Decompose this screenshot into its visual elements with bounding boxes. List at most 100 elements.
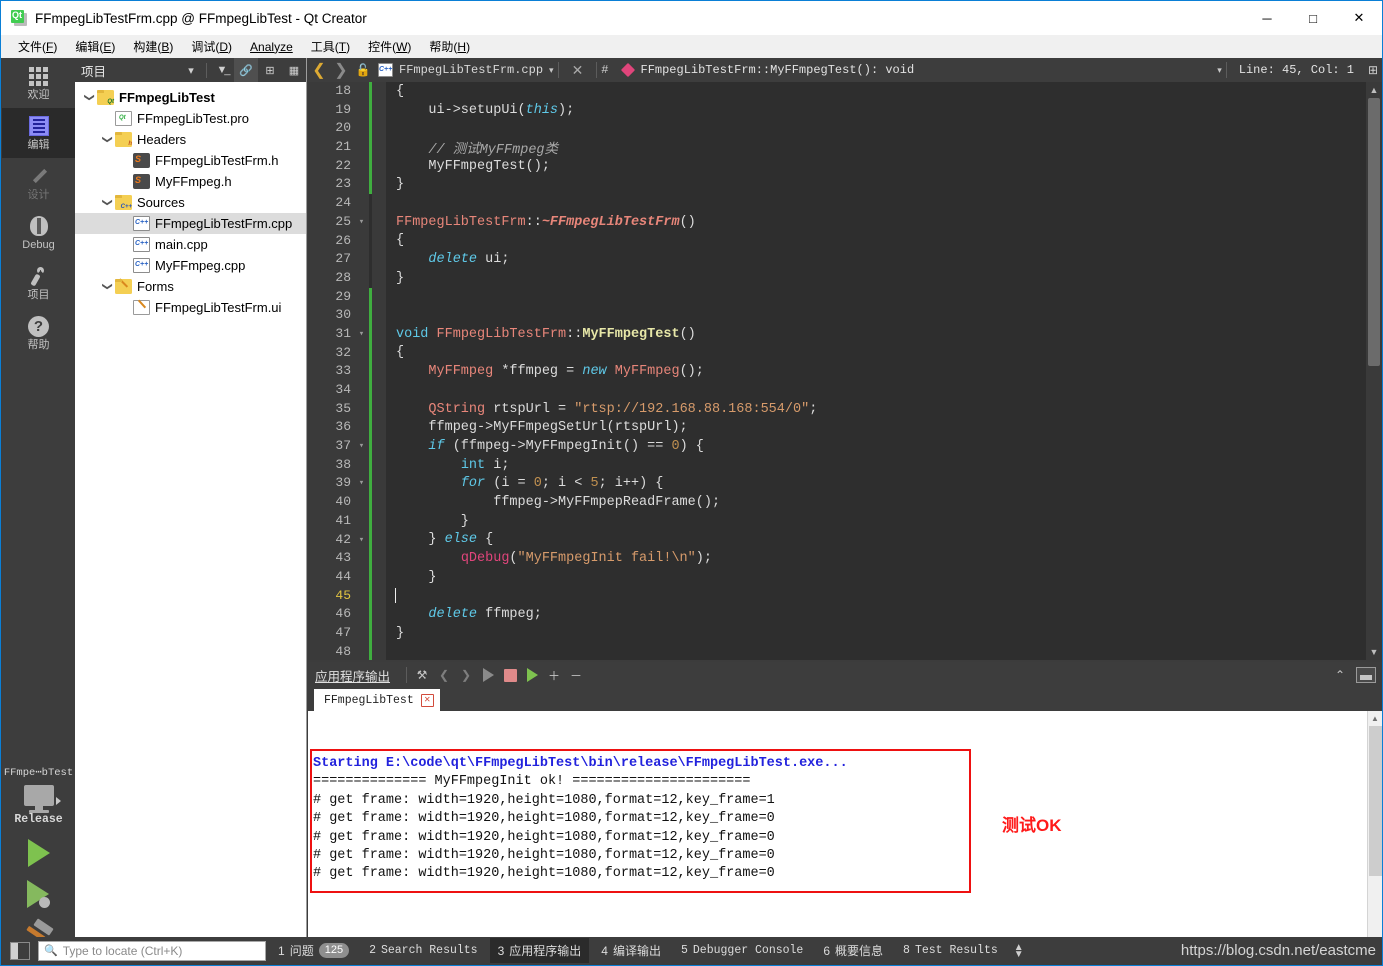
fold-toggle-icon[interactable]: ▾ [354, 474, 369, 493]
menu-help[interactable]: 帮助(H) [420, 35, 479, 58]
mode-welcome[interactable]: 欢迎 [2, 58, 75, 108]
code-line[interactable]: 30 [308, 306, 1366, 325]
tree-item-sources[interactable]: ❯C++Sources [75, 192, 306, 213]
link-sync-icon[interactable]: 🔗 [234, 58, 258, 82]
status-panel-3[interactable]: 3应用程序输出 [490, 938, 590, 963]
fold-toggle-icon[interactable]: ▾ [354, 437, 369, 456]
prev-item-icon[interactable]: ❮ [433, 664, 455, 686]
chevron-down-icon[interactable]: ❯ [102, 132, 113, 148]
clear-output-icon[interactable]: ⚒ [411, 664, 433, 686]
status-panel-6[interactable]: 6概要信息 [815, 938, 891, 963]
stop-icon[interactable] [499, 664, 521, 686]
code-line[interactable]: 43 qDebug("MyFFmpegInit fail!\n"); [308, 549, 1366, 568]
output-tab-ffmpeglibtest[interactable]: FFmpegLibTest ✕ [314, 689, 440, 712]
close-document-icon[interactable]: ✕ [572, 62, 584, 79]
kit-selector[interactable]: FFmpe⋯bTest Release [2, 756, 75, 939]
tree-item-headers[interactable]: ❯hHeaders [75, 129, 306, 150]
tree-item-ffmpeglibtestfrm-h[interactable]: SFFmpegLibTestFrm.h [75, 150, 306, 171]
code-line[interactable]: 38 int i; [308, 456, 1366, 475]
code-line[interactable]: 28} [308, 269, 1366, 288]
mode-design[interactable]: 设计 [2, 158, 75, 208]
tree-item-main-cpp[interactable]: C++main.cpp [75, 234, 306, 255]
fold-toggle-icon[interactable]: ▾ [354, 213, 369, 232]
zoom-out-icon[interactable]: － [565, 664, 587, 686]
code-line[interactable]: 34 [308, 381, 1366, 400]
mode-help[interactable]: ?帮助 [2, 308, 75, 358]
chevron-down-icon[interactable]: ▾ [179, 58, 203, 82]
code-line[interactable]: 23} [308, 175, 1366, 194]
menu-debug[interactable]: 调试(D) [182, 35, 241, 58]
code-line[interactable]: 18{ [308, 82, 1366, 101]
code-line[interactable]: 36 ffmpeg->MyFFmpegSetUrl(rtspUrl); [308, 418, 1366, 437]
debug-play-icon[interactable] [17, 880, 61, 908]
chevron-down-icon[interactable]: ❯ [102, 195, 113, 211]
tree-item-myffmpeg-h[interactable]: SMyFFmpeg.h [75, 171, 306, 192]
unlocked-icon[interactable]: 🔓 [352, 63, 374, 77]
tree-item-myffmpeg-cpp[interactable]: C++MyFFmpeg.cpp [75, 255, 306, 276]
panel-updown-icon[interactable]: ▲▼ [1014, 944, 1024, 958]
maximize-button[interactable]: □ [1290, 1, 1336, 35]
next-item-icon[interactable]: ❯ [455, 664, 477, 686]
code-line[interactable]: 40 ffmpeg->MyFFmpepReadFrame(); [308, 493, 1366, 512]
status-panel-4[interactable]: 4编译输出 [593, 938, 669, 963]
sidebar-toggle-icon[interactable] [10, 942, 30, 960]
symbol-dropdown-icon[interactable]: ▾ [1217, 65, 1222, 76]
chevron-down-icon[interactable]: ❯ [102, 279, 113, 295]
zoom-in-icon[interactable]: ＋ [543, 664, 565, 686]
code-line[interactable]: 35 QString rtspUrl = "rtsp://192.168.88.… [308, 400, 1366, 419]
scrollbar-thumb[interactable] [1369, 726, 1382, 876]
close-button[interactable]: ✕ [1336, 1, 1382, 35]
minimize-output-icon[interactable]: ⌃ [1328, 668, 1352, 682]
tree-item-ffmpeglibtest-pro[interactable]: QtFFmpegLibTest.pro [75, 108, 306, 129]
scrollbar-thumb[interactable] [1368, 98, 1380, 366]
tree-item-forms[interactable]: ❯Forms [75, 276, 306, 297]
maximize-output-icon[interactable] [1356, 667, 1376, 683]
tree-item-ffmpeglibtestfrm-ui[interactable]: FFmpegLibTestFrm.ui [75, 297, 306, 318]
close-panel-icon[interactable]: ▦ [282, 58, 306, 82]
output-scrollbar[interactable]: ▲ [1367, 711, 1382, 939]
menu-edit[interactable]: 编辑(E) [66, 35, 124, 58]
application-output-view[interactable]: Starting E:\code\qt\FFmpegLibTest\bin\re… [308, 711, 1382, 939]
chevron-down-icon[interactable]: ❯ [84, 90, 95, 106]
code-line[interactable]: 44 } [308, 568, 1366, 587]
code-line[interactable]: 25▾FFmpegLibTestFrm::~FFmpegLibTestFrm() [308, 213, 1366, 232]
tree-item-ffmpeglibtestfrm-cpp[interactable]: C++FFmpegLibTestFrm.cpp [75, 213, 306, 234]
tree-item-ffmpeglibtest[interactable]: ❯QtFFmpegLibTest [75, 87, 306, 108]
mode-debug[interactable]: Debug [2, 208, 75, 258]
monitor-icon[interactable] [15, 785, 63, 806]
code-line[interactable]: 26{ [308, 232, 1366, 251]
code-line[interactable]: 33 MyFFmpeg *ffmpeg = new MyFFmpeg(); [308, 362, 1366, 381]
mode-projects[interactable]: 项目 [2, 258, 75, 308]
code-line[interactable]: 42▾ } else { [308, 531, 1366, 550]
search-input[interactable]: 🔍 Type to locate (Ctrl+K) [38, 941, 266, 961]
code-line[interactable]: 21 // 测试MyFFmpeg类 [308, 138, 1366, 157]
project-tree[interactable]: ❯QtFFmpegLibTestQtFFmpegLibTest.pro❯hHea… [75, 82, 306, 318]
split-editor-icon[interactable]: ⊞ [1364, 63, 1382, 77]
code-line[interactable]: 37▾ if (ffmpeg->MyFFmpegInit() == 0) { [308, 437, 1366, 456]
current-symbol-label[interactable]: FFmpegLibTestFrm::MyFFmpegTest(): void [641, 63, 915, 77]
status-panel-2[interactable]: 2Search Results [361, 940, 486, 961]
fold-toggle-icon[interactable]: ▾ [354, 325, 369, 344]
scroll-down-icon[interactable]: ▼ [1366, 644, 1382, 660]
menu-build[interactable]: 构建(B) [124, 35, 182, 58]
editor-scrollbar[interactable]: ▲ ▼ [1366, 82, 1382, 660]
menu-analyze[interactable]: Analyze [241, 37, 302, 57]
code-line[interactable]: 47} [308, 624, 1366, 643]
filter-icon[interactable]: ▼̲ [210, 58, 234, 82]
status-panel-1[interactable]: 1问题125 [270, 938, 357, 963]
run-play-icon[interactable] [17, 839, 61, 867]
file-dropdown-icon[interactable]: ▾ [549, 65, 554, 76]
code-line[interactable]: 22 MyFFmpegTest(); [308, 157, 1366, 176]
code-line[interactable]: 39▾ for (i = 0; i < 5; i++) { [308, 474, 1366, 493]
minimize-button[interactable]: ─ [1244, 1, 1290, 35]
add-split-icon[interactable]: ⊞ [258, 58, 282, 82]
code-line[interactable]: 45 [308, 587, 1366, 606]
menu-file[interactable]: 文件(F) [9, 35, 66, 58]
close-icon[interactable]: ✕ [421, 694, 434, 707]
scroll-up-icon[interactable]: ▲ [1366, 82, 1382, 98]
code-line[interactable]: 41 } [308, 512, 1366, 531]
code-line[interactable]: 48 [308, 643, 1366, 660]
status-panel-8[interactable]: 8Test Results [895, 940, 1006, 961]
mode-edit[interactable]: 编辑 [2, 108, 75, 158]
menu-window[interactable]: 控件(W) [359, 35, 420, 58]
